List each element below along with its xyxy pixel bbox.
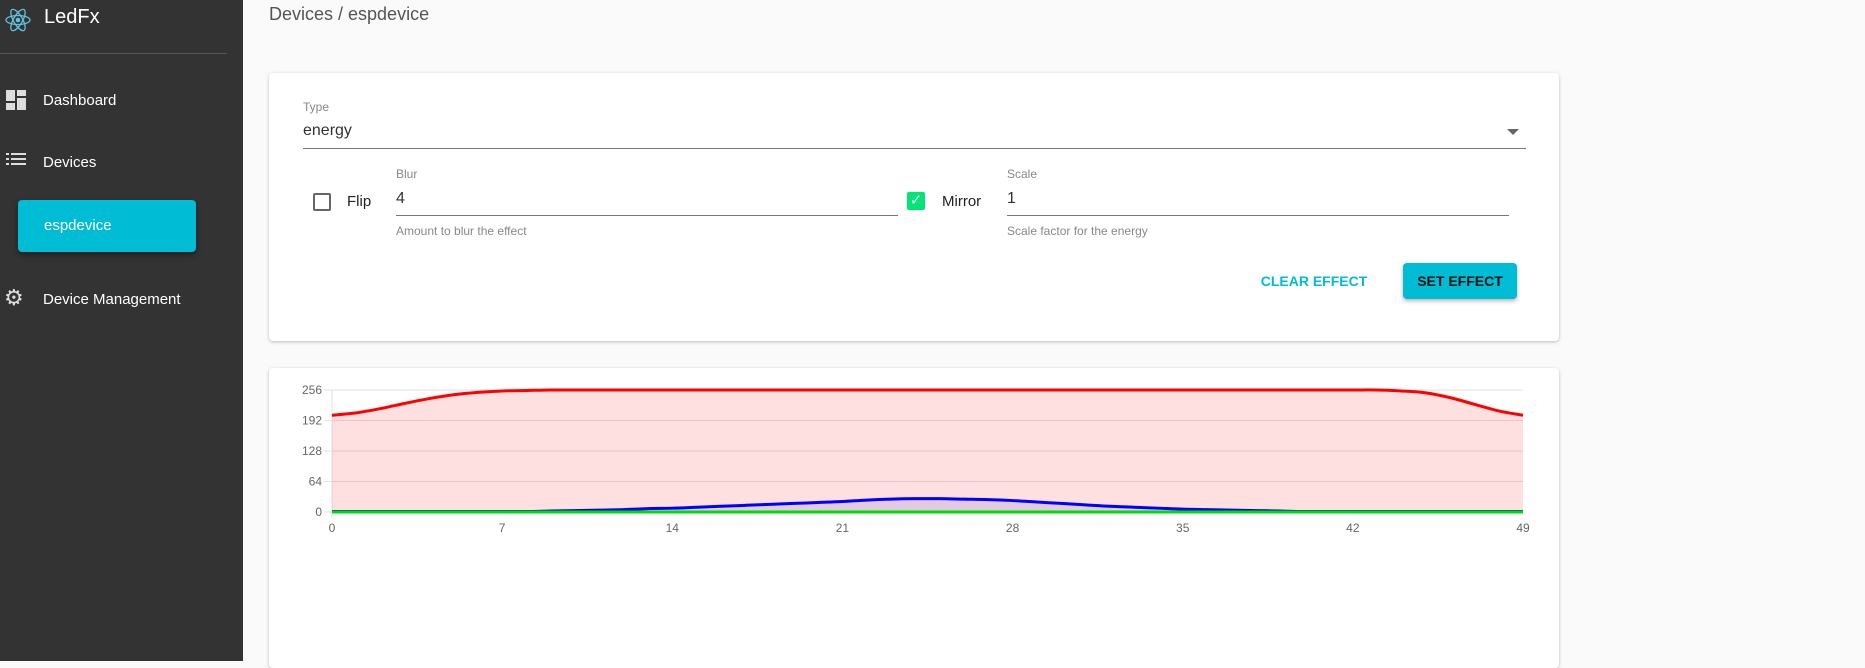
app-title: LedFx [44, 6, 100, 28]
sidebar-item-label: Devices [43, 154, 97, 171]
chevron-down-icon[interactable] [1507, 129, 1519, 135]
series-area [332, 389, 1523, 512]
blur-help: Amount to blur the effect [396, 224, 527, 238]
scale-input[interactable]: 1 [1007, 190, 1016, 208]
x-tick-label: 42 [1346, 521, 1360, 535]
x-tick-label: 14 [666, 521, 680, 535]
mirror-label: Mirror [942, 193, 982, 210]
x-tick-label: 49 [1516, 521, 1530, 535]
list-icon [6, 153, 26, 165]
y-tick-label: 128 [302, 444, 322, 458]
x-tick-label: 35 [1176, 521, 1190, 535]
y-tick-label: 0 [315, 505, 322, 519]
effect-card: Type energy Flip Blur 4 Amount to blur t… [269, 73, 1559, 341]
blur-input[interactable]: 4 [396, 190, 405, 208]
chart-card: 0 64 128 192 256 0 7 14 21 28 35 42 49 [269, 368, 1559, 668]
x-tick-label: 21 [836, 521, 850, 535]
x-tick-label: 28 [1006, 521, 1020, 535]
energy-chart: 0 64 128 192 256 0 7 14 21 28 35 42 49 [302, 383, 1530, 535]
clear-effect-button[interactable]: CLEAR EFFECT [1254, 263, 1374, 299]
react-logo-icon [5, 8, 31, 32]
y-tick-label: 192 [302, 414, 322, 428]
flip-label: Flip [347, 193, 372, 210]
gear-icon: ⚙ [4, 285, 24, 310]
scale-label: Scale [1007, 167, 1038, 181]
sidebar-item-espdevice[interactable]: espdevice [18, 200, 196, 252]
sidebar-item-label: Dashboard [43, 92, 117, 109]
flip-checkbox[interactable] [313, 193, 331, 211]
dashboard-icon [6, 90, 26, 110]
sidebar-item-label: Device Management [43, 291, 181, 308]
y-tick-label: 64 [309, 475, 323, 489]
y-tick-label: 256 [302, 383, 322, 397]
divider [0, 53, 227, 54]
sidebar: LedFx Dashboard Devices espdevice ⚙ Devi… [0, 0, 243, 661]
type-select[interactable]: energy [303, 122, 352, 140]
mirror-checkbox[interactable]: ✓ [907, 192, 925, 210]
x-tick-label: 0 [329, 521, 336, 535]
type-label: Type [303, 100, 330, 114]
blur-label: Blur [396, 167, 418, 181]
breadcrumb: Devices / espdevice [269, 4, 430, 24]
set-effect-button[interactable]: SET EFFECT [1403, 263, 1517, 299]
scale-help: Scale factor for the energy [1007, 224, 1148, 238]
x-tick-label: 7 [499, 521, 506, 535]
